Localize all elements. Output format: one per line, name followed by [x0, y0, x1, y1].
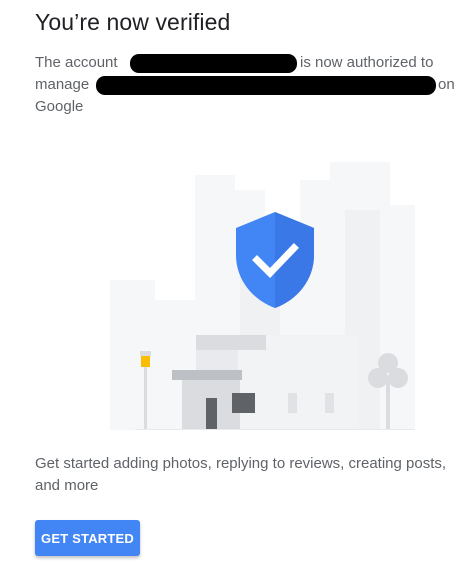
redacted-account-name [130, 54, 297, 73]
next-steps-description: Get started adding photos, replying to r… [35, 455, 447, 494]
message-line3: Google [35, 98, 84, 115]
verification-dialog: You’re now verified The account is now a… [0, 0, 470, 565]
message-line1-suffix: is now authorized to [300, 54, 434, 71]
message-line1-prefix: The account [35, 54, 118, 71]
dialog-title: You’re now verified [35, 9, 231, 35]
redacted-business-name [96, 76, 436, 95]
get-started-button[interactable]: GET STARTED [35, 520, 140, 556]
verified-illustration [110, 162, 415, 430]
message-line2-suffix: on [438, 76, 455, 93]
message-line2-prefix: manage [35, 76, 90, 93]
building-illustration [172, 335, 359, 430]
